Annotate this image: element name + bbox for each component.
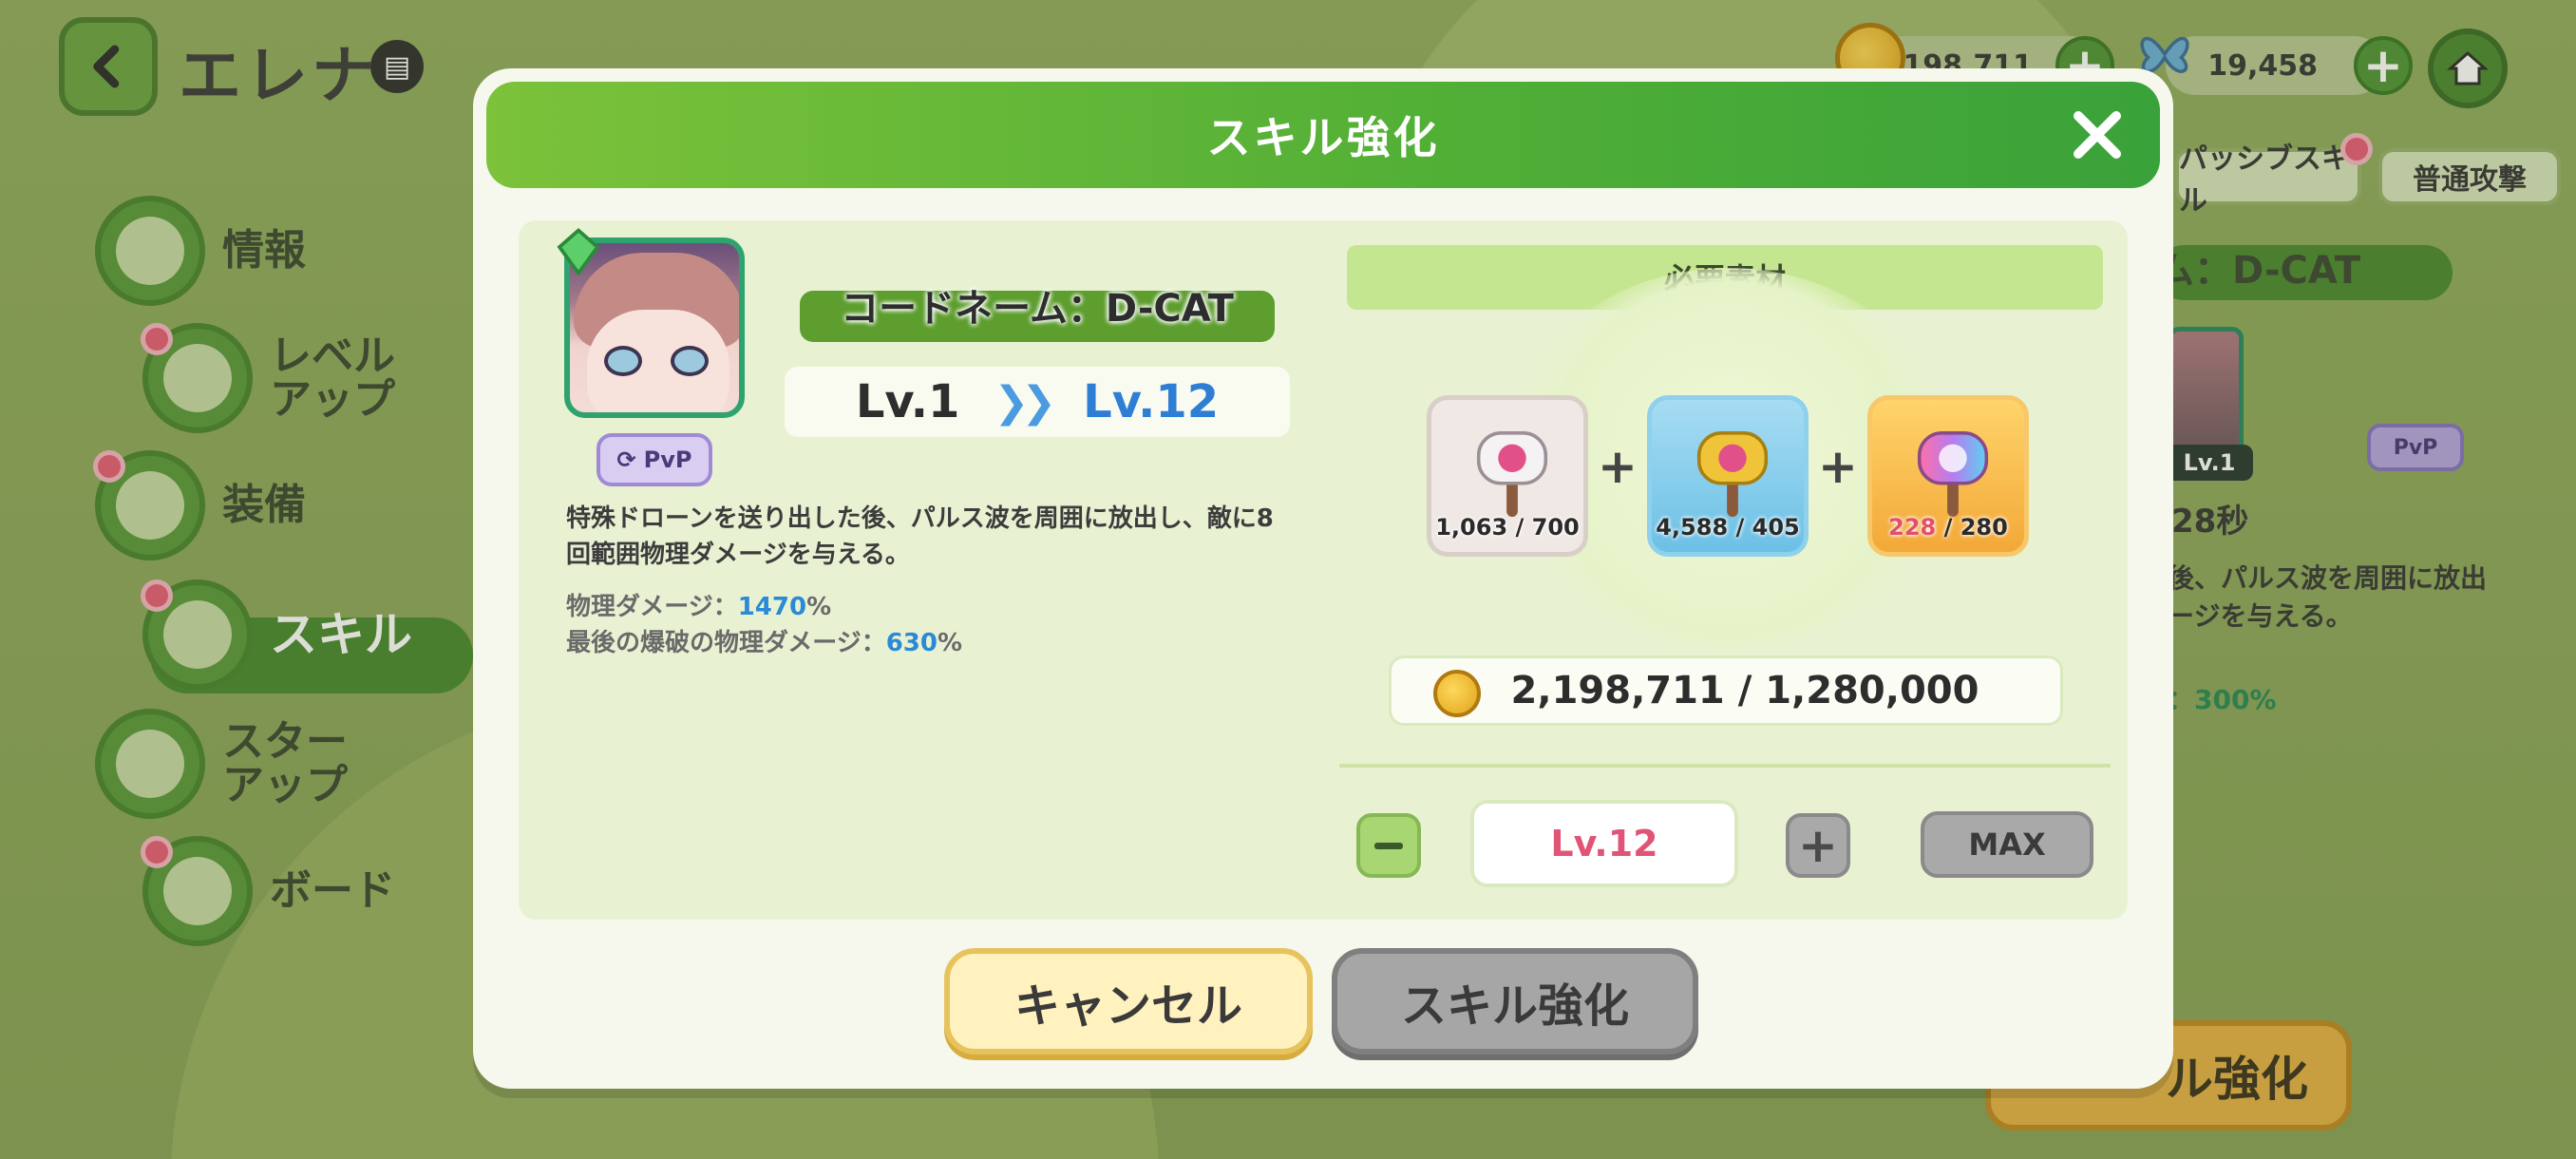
skill-name-banner: コードネーム：D-CAT [800, 287, 1275, 342]
skill-description: 特殊ドローンを送り出した後、パルス波を周囲に放出し、敵に8回範囲物理ダメージを与… [566, 504, 1274, 569]
level-change-display: Lv.1 ❯❯ Lv.12 [785, 367, 1290, 437]
skill-name: コードネーム：D-CAT [841, 287, 1234, 331]
dialog-title: スキル強化 [1206, 112, 1440, 163]
divider [1339, 764, 2111, 768]
stat-value: 630 [885, 629, 938, 657]
skill-upgrade-button[interactable]: スキル強化 [1332, 948, 1698, 1054]
material-blue-hammer[interactable]: 4,588 / 405 [1647, 395, 1809, 557]
level-from: Lv.1 [855, 375, 960, 428]
stat-label: 最後の爆破の物理ダメージ： [566, 629, 886, 657]
gold-hammer-icon [1696, 431, 1769, 518]
material-rainbow-hammer[interactable]: 228 / 280 [1867, 395, 2029, 557]
increase-level-button[interactable]: + [1786, 813, 1850, 878]
gold-cost: 2,198,711 / 1,280,000 [1510, 669, 1979, 712]
dialog-header: スキル強化 [486, 82, 2160, 188]
level-to: Lv.12 [1083, 375, 1220, 428]
plus-icon: + [1798, 818, 1838, 873]
green-gem-icon [555, 228, 602, 276]
minus-icon [1374, 842, 1403, 849]
pvp-label: PvP [643, 446, 692, 473]
stat-unit: % [937, 629, 963, 657]
close-button[interactable] [2069, 106, 2126, 163]
plus-sign: + [1598, 439, 1638, 494]
target-level-display[interactable]: Lv.12 [1470, 800, 1738, 887]
material-count: 4,588 / 405 [1656, 514, 1800, 541]
stat-final-blast-damage: 最後の爆破の物理ダメージ：630% [566, 623, 962, 658]
double-chevron-right-icon: ❯❯ [994, 377, 1056, 427]
gold-cost-bar: 2,198,711 / 1,280,000 [1389, 656, 2063, 726]
close-icon [2074, 111, 2121, 159]
stat-label: 物理ダメージ： [566, 593, 738, 621]
max-level-button[interactable]: MAX [1921, 811, 2093, 878]
gold-coin-icon [1433, 670, 1481, 717]
material-count: 1,063 / 700 [1435, 514, 1580, 541]
white-hammer-icon [1476, 431, 1548, 518]
refresh-icon: ⟳ [616, 446, 636, 473]
material-count: 228 / 280 [1888, 514, 2008, 541]
rainbow-hammer-icon [1917, 431, 1989, 518]
cancel-button[interactable]: キャンセル [944, 948, 1313, 1054]
stat-unit: % [806, 593, 832, 621]
decrease-level-button[interactable] [1356, 813, 1421, 878]
material-white-hammer[interactable]: 1,063 / 700 [1427, 395, 1588, 557]
plus-sign: + [1818, 439, 1858, 494]
pvp-toggle-button[interactable]: ⟳ PvP [597, 433, 712, 486]
stat-value: 1470 [737, 593, 807, 621]
stat-physical-damage: 物理ダメージ：1470% [566, 587, 831, 622]
